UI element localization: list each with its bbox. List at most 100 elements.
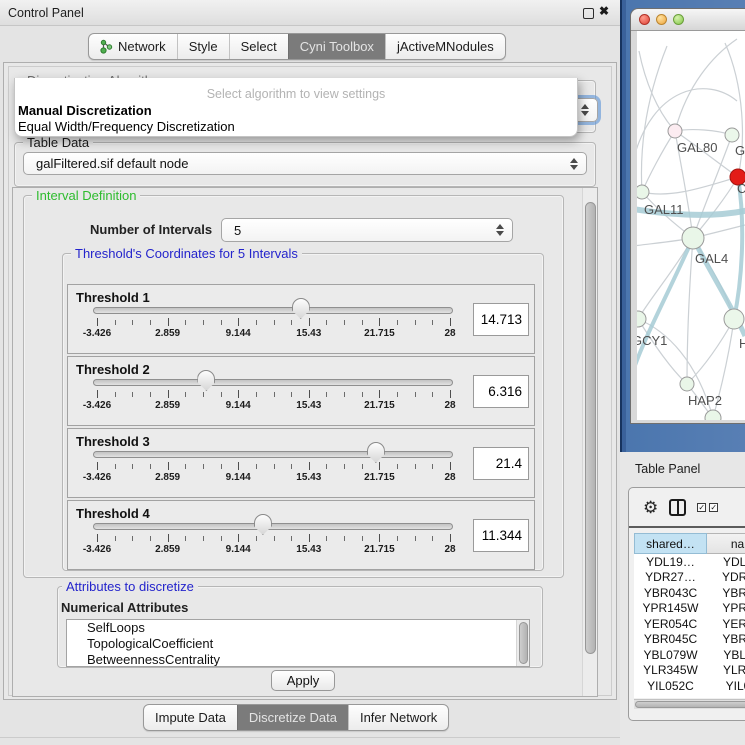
columns-icon[interactable] (669, 499, 686, 516)
tab-network[interactable]: Network (89, 34, 177, 59)
attribute-item-topologicalcoefficient[interactable]: TopologicalCoefficient (67, 636, 529, 652)
table-row[interactable]: YDL19…YDL1 (634, 554, 745, 570)
slider-thumb[interactable] (197, 370, 215, 391)
network-edge[interactable] (675, 39, 737, 131)
threshold-value-field[interactable]: 14.713 (473, 303, 529, 336)
threshold-label: Threshold 2 (76, 362, 150, 377)
ruler-tick (432, 320, 433, 325)
tab-discretize-data[interactable]: Discretize Data (237, 705, 348, 730)
number-of-intervals-value: 5 (234, 223, 241, 238)
table-row[interactable]: YPR145WYPR1 (634, 601, 745, 617)
float-window-icon[interactable] (583, 8, 594, 19)
ruler-tick (415, 392, 416, 397)
table-hscrollbar-thumb[interactable] (635, 701, 745, 708)
tab-style[interactable]: Style (177, 34, 229, 59)
threshold-value-field[interactable]: 6.316 (473, 375, 529, 408)
network-canvas[interactable]: GAL80GACGAL11GAL4GCY1HHAP2 (637, 31, 745, 420)
table-row[interactable]: YBR043CYBR0 (634, 585, 745, 601)
table-row[interactable]: YER054CYER0 (634, 616, 745, 632)
attribute-items: SelfLoopsTopologicalCoefficientBetweenne… (67, 620, 529, 667)
network-edge[interactable] (642, 177, 738, 194)
slider-thumb[interactable] (254, 514, 272, 535)
table-data-combobox[interactable]: galFiltered.sif default node (23, 152, 587, 175)
gear-icon[interactable]: ⚙ (643, 499, 658, 516)
network-icon (100, 39, 113, 54)
threshold-label: Threshold 4 (76, 506, 150, 521)
attributes-scrollbar-thumb[interactable] (519, 622, 528, 664)
numerical-attributes-list[interactable]: SelfLoopsTopologicalCoefficientBetweenne… (66, 619, 530, 667)
slider-ruler: -3.4262.8599.14415.4321.71528 (97, 534, 450, 564)
ruler-tick-label: 2.859 (155, 544, 180, 555)
attribute-item-selfloops[interactable]: SelfLoops (67, 620, 529, 636)
slider-track[interactable] (93, 379, 453, 386)
slider-thumb[interactable] (367, 442, 385, 463)
settings-scrollbar-thumb[interactable] (585, 202, 596, 654)
popup-item-manual-discretization[interactable]: Manual Discretization (18, 103, 152, 118)
network-edge[interactable] (642, 131, 675, 192)
column-header-1[interactable]: shared… (634, 533, 707, 554)
attributes-scrollbar[interactable] (516, 620, 529, 667)
table-cell: YLR3 (707, 663, 745, 679)
network-edge-highlighted[interactable] (734, 177, 742, 319)
tab-select[interactable]: Select (229, 34, 288, 59)
attribute-item-betweennesscentrality[interactable]: BetweennessCentrality (67, 652, 529, 667)
ruler-tick (238, 390, 239, 398)
number-of-intervals-label: Number of Intervals (90, 222, 212, 237)
tab-infer-network[interactable]: Infer Network (348, 705, 448, 730)
table-row[interactable]: YIL052CYIL0 (634, 678, 745, 694)
tab-cyni-toolbox[interactable]: Cyni Toolbox (288, 34, 385, 59)
network-edge[interactable] (675, 130, 732, 135)
slider-track[interactable] (93, 451, 453, 458)
ruler-tick-label: 2.859 (155, 400, 180, 411)
table-row[interactable]: YBL079WYBL0 (634, 647, 745, 663)
apply-button[interactable]: Apply (271, 670, 335, 691)
network-edge[interactable] (687, 319, 734, 384)
network-edge[interactable] (638, 238, 693, 319)
close-traffic-light-icon[interactable] (639, 14, 650, 25)
gcy1-node[interactable] (637, 311, 646, 327)
number-of-intervals-combobox[interactable]: 5 (221, 218, 513, 242)
h-node[interactable] (724, 309, 744, 329)
table-row[interactable]: YBR045CYBR0 (634, 632, 745, 648)
settings-scrollbar[interactable] (582, 188, 597, 697)
table-row[interactable]: YDR27…YDR2 (634, 570, 745, 586)
slider-track[interactable] (93, 307, 453, 314)
threshold-value-field[interactable]: 11.344 (473, 519, 529, 552)
checkbox-checked-icon[interactable]: ✓ (697, 503, 706, 512)
zoom-traffic-light-icon[interactable] (673, 14, 684, 25)
network-window-titlebar[interactable] (631, 9, 745, 31)
gal80-node[interactable] (668, 124, 682, 138)
ruler-tick (291, 320, 292, 325)
close-icon[interactable]: ✖ (599, 4, 613, 20)
column-header-2[interactable]: na (707, 533, 745, 554)
slider-track[interactable] (93, 523, 453, 530)
node-attribute-table[interactable]: shared…na YDL19…YDL1YDR27…YDR2YBR043CYBR… (634, 533, 745, 698)
minimize-traffic-light-icon[interactable] (656, 14, 667, 25)
node-label-ga: GA (735, 143, 745, 158)
threshold-panel-3: Threshold 3-3.4262.8599.14415.4321.71528… (67, 428, 535, 498)
network-edge[interactable] (639, 51, 675, 131)
table-row[interactable]: YLR345WYLR3 (634, 663, 745, 679)
ruler-tick-label: 21.715 (364, 544, 395, 555)
ruler-tick (221, 320, 222, 325)
thresholds-group: Threshold's Coordinates for 5 Intervals … (62, 253, 544, 571)
slider-thumb[interactable] (292, 298, 310, 319)
checkbox-filter-icons[interactable]: ✓ ✓ (697, 503, 718, 512)
popup-item-equal-width-frequency-discretization[interactable]: Equal Width/Frequency Discretization (18, 119, 235, 134)
ruler-tick (115, 536, 116, 541)
tab-impute-data[interactable]: Impute Data (144, 705, 237, 730)
network-edge[interactable] (641, 46, 667, 192)
table-hscrollbar[interactable] (634, 699, 745, 709)
ruler-tick (291, 464, 292, 469)
ruler-tick-label: 28 (444, 328, 455, 339)
hap2-node[interactable] (680, 377, 694, 391)
gal11-node[interactable] (637, 185, 649, 199)
threshold-value-field[interactable]: 21.4 (473, 447, 529, 480)
top-right-node[interactable] (725, 128, 739, 142)
ruler-tick (344, 392, 345, 397)
tab-jactivemnodules[interactable]: jActiveMNodules (385, 34, 505, 59)
checkbox-checked-icon[interactable]: ✓ (709, 503, 718, 512)
network-edge-highlighted[interactable] (637, 238, 693, 371)
gal4-node[interactable] (682, 227, 704, 249)
ruler-tick-label: -3.426 (83, 328, 111, 339)
